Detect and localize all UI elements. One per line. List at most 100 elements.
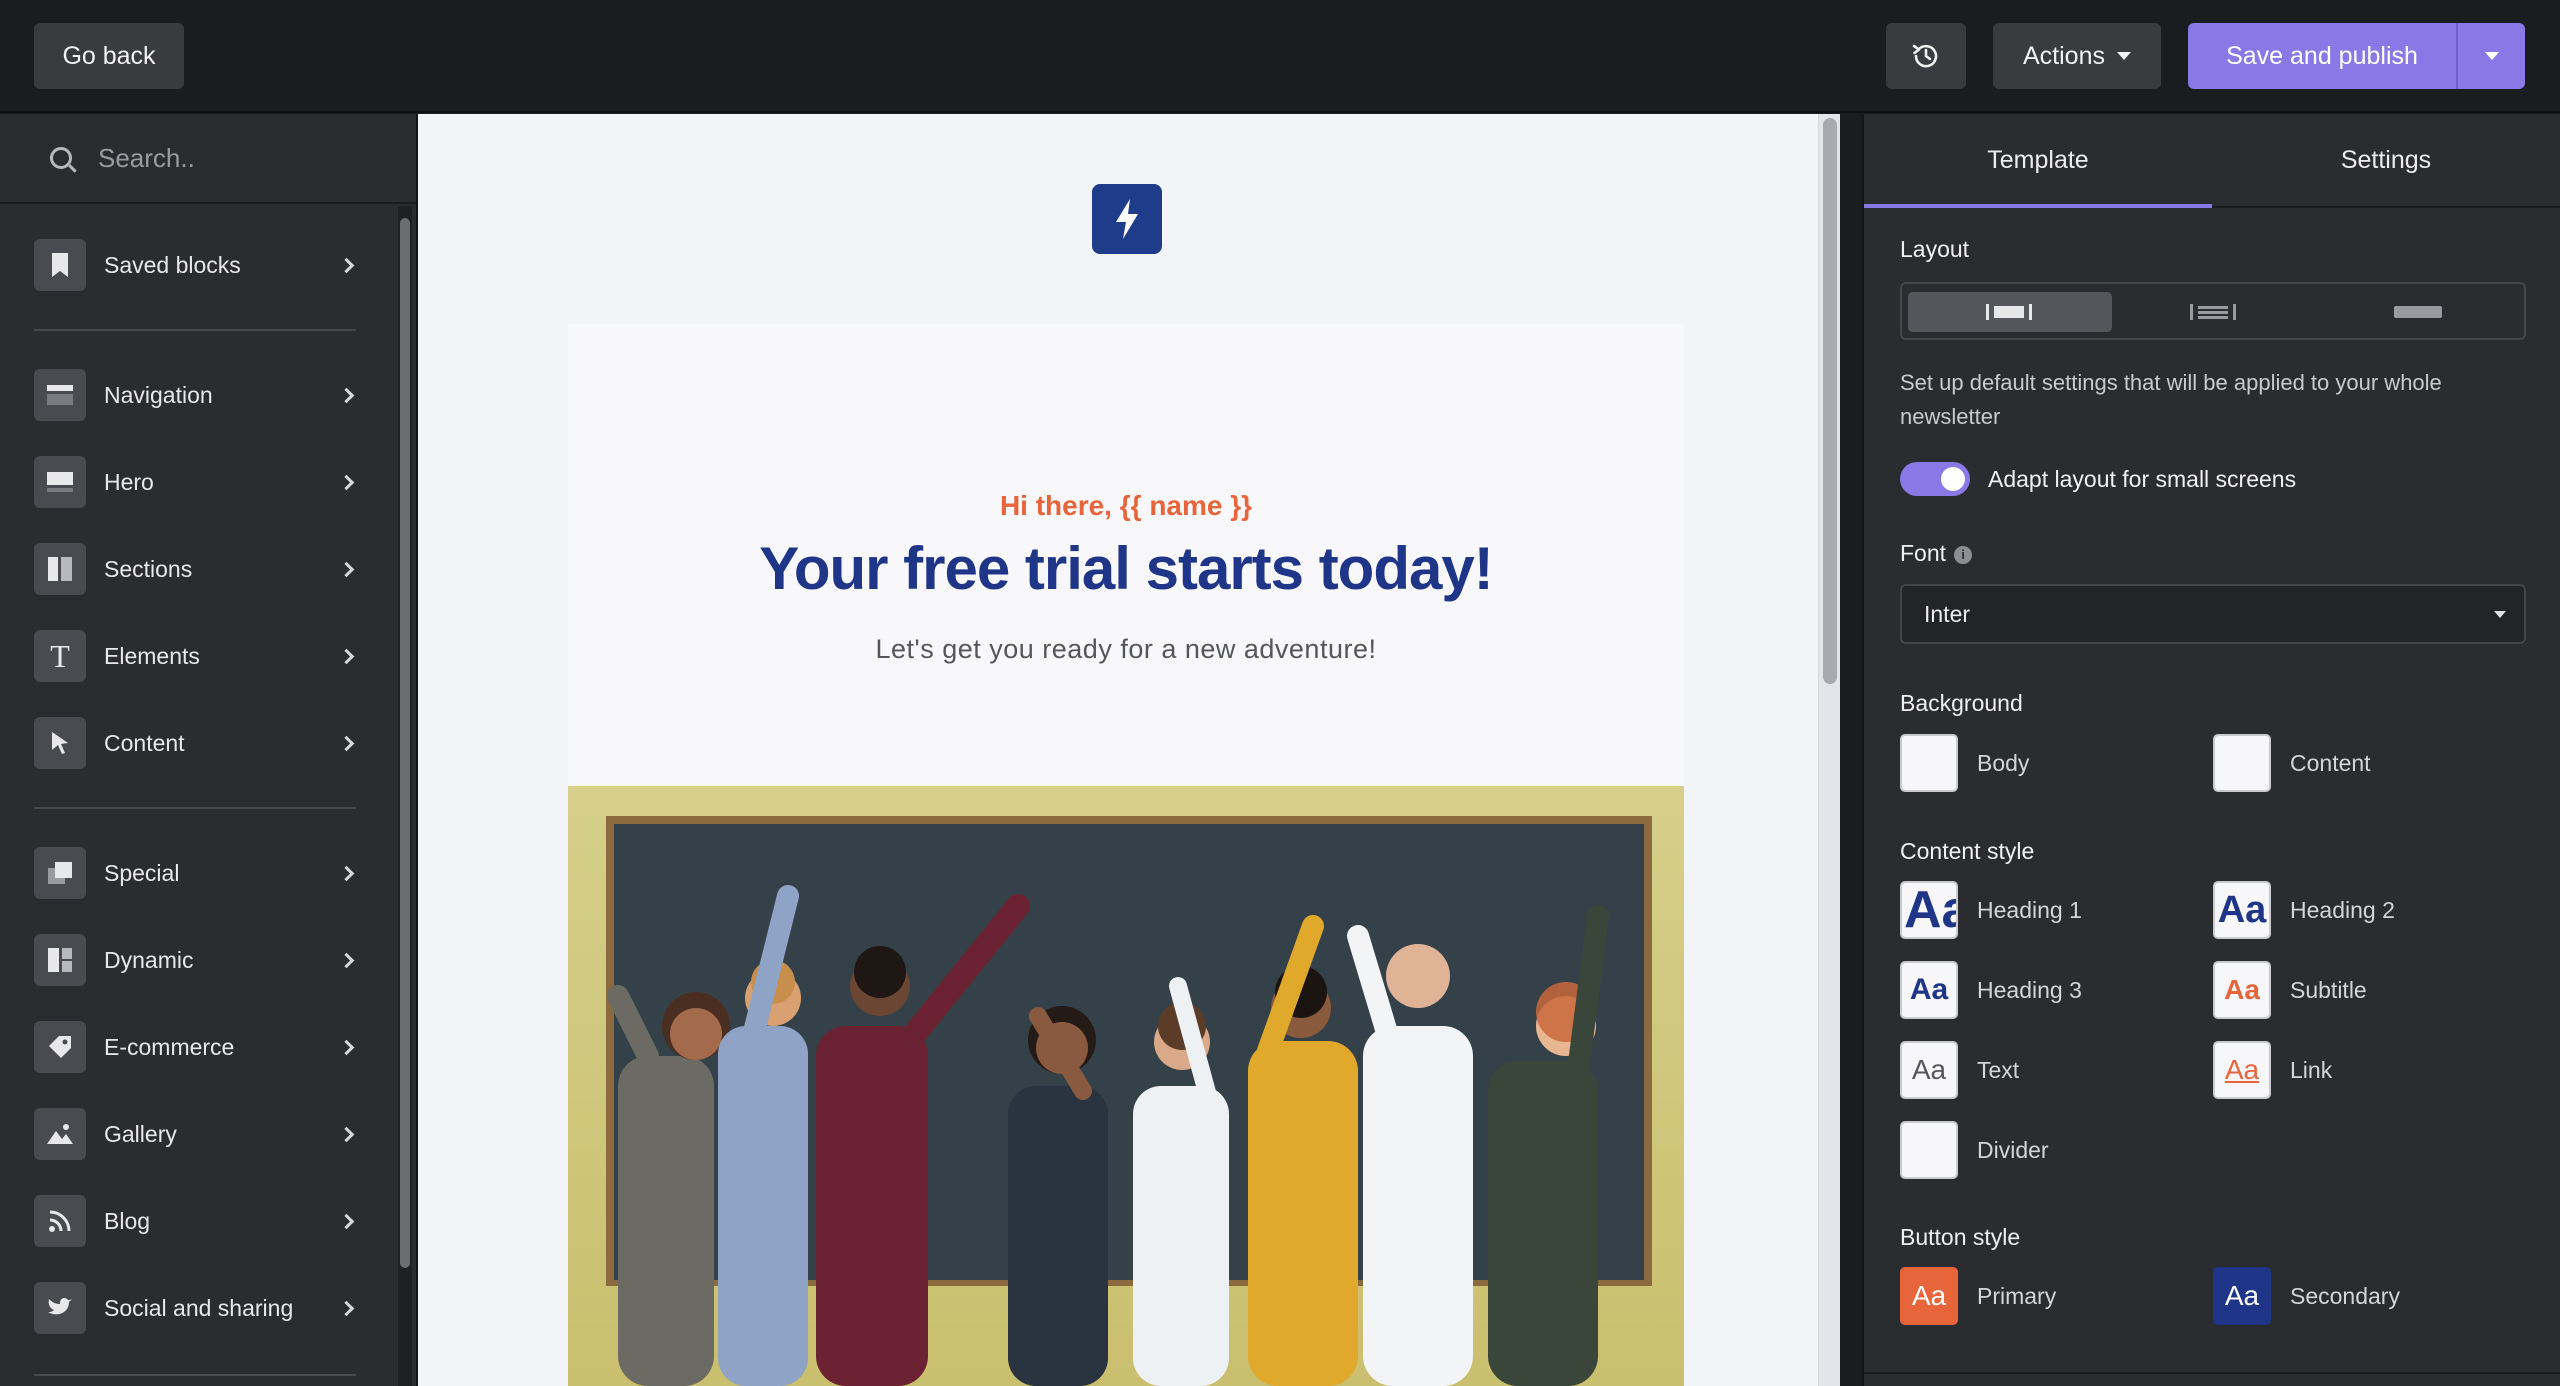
layout-option-boxed[interactable] bbox=[1908, 292, 2112, 332]
adapt-layout-toggle[interactable] bbox=[1900, 462, 1970, 496]
layout-description: Set up default settings that will be app… bbox=[1900, 370, 2442, 429]
brand-logo[interactable] bbox=[1092, 184, 1162, 254]
email-subtitle[interactable]: Let's get you ready for a new adventure! bbox=[568, 634, 1684, 665]
content-color-swatch[interactable] bbox=[2213, 734, 2271, 792]
sidebar-item-label: Blog bbox=[104, 1207, 151, 1234]
heading-2-swatch[interactable]: Aa bbox=[2213, 881, 2271, 939]
sidebar-item-hero[interactable]: Hero bbox=[34, 453, 356, 511]
sections-icon bbox=[34, 543, 86, 595]
hero-photo[interactable] bbox=[568, 786, 1684, 1386]
style-text[interactable]: Aa Text bbox=[1900, 1041, 2019, 1099]
canvas-scroll-thumb[interactable] bbox=[1823, 118, 1837, 684]
text-label: Text bbox=[1977, 1056, 2020, 1083]
chevron-right-icon bbox=[338, 952, 355, 968]
style-link[interactable]: Aa Link bbox=[2213, 1041, 2332, 1099]
sidebar-item-blog[interactable]: Blog bbox=[34, 1192, 356, 1250]
heading-2-label: Heading 2 bbox=[2290, 896, 2395, 923]
save-publish-group: Save and publish bbox=[2188, 23, 2525, 89]
bg-content-label: Content bbox=[2290, 749, 2371, 776]
pointer-icon bbox=[34, 717, 86, 769]
style-secondary-button[interactable]: Aa Secondary bbox=[2213, 1267, 2400, 1325]
heading-3-swatch[interactable]: Aa bbox=[1900, 961, 1958, 1019]
heading-1-swatch[interactable]: Aa bbox=[1900, 881, 1958, 939]
font-label: Font bbox=[1900, 540, 1947, 566]
divider-swatch[interactable] bbox=[1900, 1121, 1958, 1179]
tab-template[interactable]: Template bbox=[1864, 114, 2212, 206]
chevron-right-icon bbox=[338, 257, 355, 273]
sidebar-item-label: Gallery bbox=[104, 1120, 177, 1147]
bg-content-swatch[interactable]: Content bbox=[2213, 734, 2371, 792]
sidebar-item-e-commerce[interactable]: E-commerce bbox=[34, 1018, 356, 1076]
rss-icon bbox=[34, 1195, 86, 1247]
text-swatch[interactable]: Aa bbox=[1900, 1041, 1958, 1099]
sidebar-item-dynamic[interactable]: Dynamic bbox=[34, 931, 356, 989]
properties-panel: Template Settings Layout Set up default … bbox=[1862, 114, 2560, 1386]
canvas-scrollbar[interactable] bbox=[1818, 114, 1840, 1386]
style-subtitle[interactable]: Aa Subtitle bbox=[2213, 961, 2367, 1019]
content-style-label: Content style bbox=[1900, 838, 2035, 864]
layout-lines-icon bbox=[2190, 304, 2236, 320]
sidebar-item-special[interactable]: Special bbox=[34, 844, 356, 902]
style-primary-button[interactable]: Aa Primary bbox=[1900, 1267, 2056, 1325]
sidebar-item-navigation[interactable]: Navigation bbox=[34, 366, 356, 424]
chevron-right-icon bbox=[338, 387, 355, 403]
chevron-down-icon bbox=[2116, 52, 2131, 60]
style-heading-2[interactable]: Aa Heading 2 bbox=[2213, 881, 2395, 939]
sidebar-item-saved-blocks[interactable]: Saved blocks bbox=[34, 236, 356, 294]
sidebar-divider bbox=[34, 807, 356, 809]
history-button[interactable] bbox=[1886, 23, 1966, 89]
chevron-right-icon bbox=[338, 865, 355, 881]
bg-body-label: Body bbox=[1977, 749, 2030, 776]
sidebar-item-content[interactable]: Content bbox=[34, 714, 356, 772]
chevron-right-icon bbox=[338, 1126, 355, 1142]
sidebar-item-label: Saved blocks bbox=[104, 251, 241, 278]
save-and-publish-button[interactable]: Save and publish bbox=[2188, 23, 2458, 89]
layout-selector bbox=[1900, 282, 2526, 340]
tab-settings[interactable]: Settings bbox=[2212, 114, 2560, 206]
button-style-label: Button style bbox=[1900, 1224, 2021, 1250]
primary-button-swatch[interactable]: Aa bbox=[1900, 1267, 1958, 1325]
chevron-right-icon bbox=[338, 474, 355, 490]
subtitle-swatch[interactable]: Aa bbox=[2213, 961, 2271, 1019]
font-section: Font i bbox=[1900, 540, 1973, 567]
link-swatch[interactable]: Aa bbox=[2213, 1041, 2271, 1099]
body-color-swatch[interactable] bbox=[1900, 734, 1958, 792]
actions-label: Actions bbox=[2023, 41, 2105, 70]
email-canvas: Hi there, {{ name }} Your free trial sta… bbox=[418, 114, 1840, 1386]
chevron-right-icon bbox=[338, 735, 355, 751]
sidebar-item-gallery[interactable]: Gallery bbox=[34, 1105, 356, 1163]
bg-body-swatch[interactable]: Body bbox=[1900, 734, 2029, 792]
chevron-down-icon bbox=[2494, 611, 2506, 618]
layout-option-full[interactable] bbox=[2316, 292, 2520, 332]
email-greeting[interactable]: Hi there, {{ name }} bbox=[568, 490, 1684, 522]
email-content-card[interactable]: Hi there, {{ name }} Your free trial sta… bbox=[568, 324, 1684, 1386]
go-back-button[interactable]: Go back bbox=[34, 23, 184, 89]
block-search[interactable]: Search.. bbox=[0, 114, 416, 204]
actions-dropdown[interactable]: Actions bbox=[1993, 23, 2161, 89]
divider-label: Divider bbox=[1977, 1136, 2049, 1163]
heading-3-label: Heading 3 bbox=[1977, 976, 2082, 1003]
sidebar-scroll-thumb[interactable] bbox=[400, 218, 410, 1268]
style-heading-3[interactable]: Aa Heading 3 bbox=[1900, 961, 2082, 1019]
publish-options-button[interactable] bbox=[2458, 23, 2525, 89]
layout-option-lines[interactable] bbox=[2112, 292, 2316, 332]
search-icon bbox=[50, 147, 72, 169]
active-tab-indicator bbox=[1864, 204, 2212, 208]
style-divider[interactable]: Divider bbox=[1900, 1121, 2049, 1179]
sidebar-item-social-and-sharing[interactable]: Social and sharing bbox=[34, 1279, 356, 1337]
secondary-button-swatch[interactable]: Aa bbox=[2213, 1267, 2271, 1325]
style-heading-1[interactable]: Aa Heading 1 bbox=[1900, 881, 2082, 939]
sidebar-item-elements[interactable]: T Elements bbox=[34, 627, 356, 685]
sidebar-item-sections[interactable]: Sections bbox=[34, 540, 356, 598]
email-headline[interactable]: Your free trial starts today! bbox=[568, 534, 1684, 603]
sidebar-scrollbar[interactable] bbox=[398, 206, 412, 1386]
panel-tabs: Template Settings bbox=[1864, 114, 2560, 208]
sidebar-item-label: Social and sharing bbox=[104, 1294, 294, 1321]
search-input[interactable]: Search.. bbox=[98, 143, 195, 174]
font-select[interactable]: Inter bbox=[1900, 584, 2526, 644]
twitter-icon bbox=[34, 1282, 86, 1334]
hero-icon bbox=[34, 456, 86, 508]
link-label: Link bbox=[2290, 1056, 2333, 1083]
info-icon[interactable]: i bbox=[1954, 545, 1973, 564]
special-icon bbox=[34, 847, 86, 899]
